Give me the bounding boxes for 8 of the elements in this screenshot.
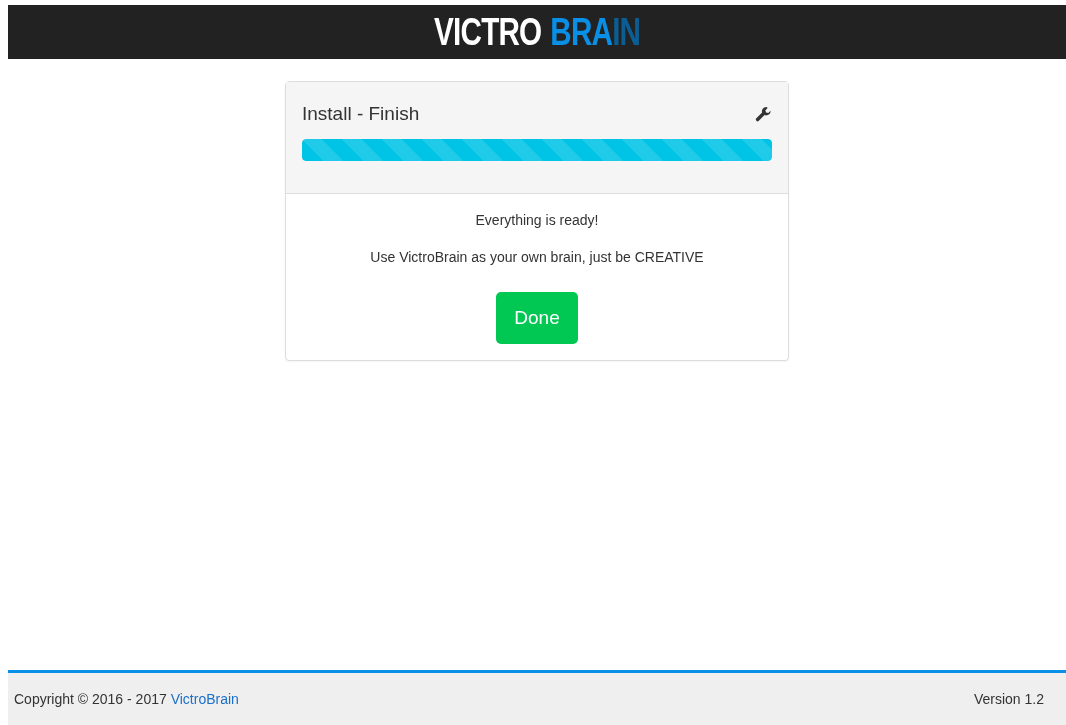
message-text: Everything is ready!	[474, 210, 600, 230]
victrobrain-link[interactable]: VictroBrain	[170, 690, 239, 707]
copyright-text: Copyright © 2016 - 2017 VictroBrain	[14, 689, 239, 709]
logo: VICTRO BRAIN	[433, 13, 641, 51]
version-text: Version 1.2	[973, 689, 1044, 709]
panel-title: Install - Finish	[302, 102, 420, 126]
wrench-icon[interactable]	[755, 105, 772, 123]
message-text: Use VictroBrain as your own brain, just be CREATIVE	[369, 247, 705, 267]
